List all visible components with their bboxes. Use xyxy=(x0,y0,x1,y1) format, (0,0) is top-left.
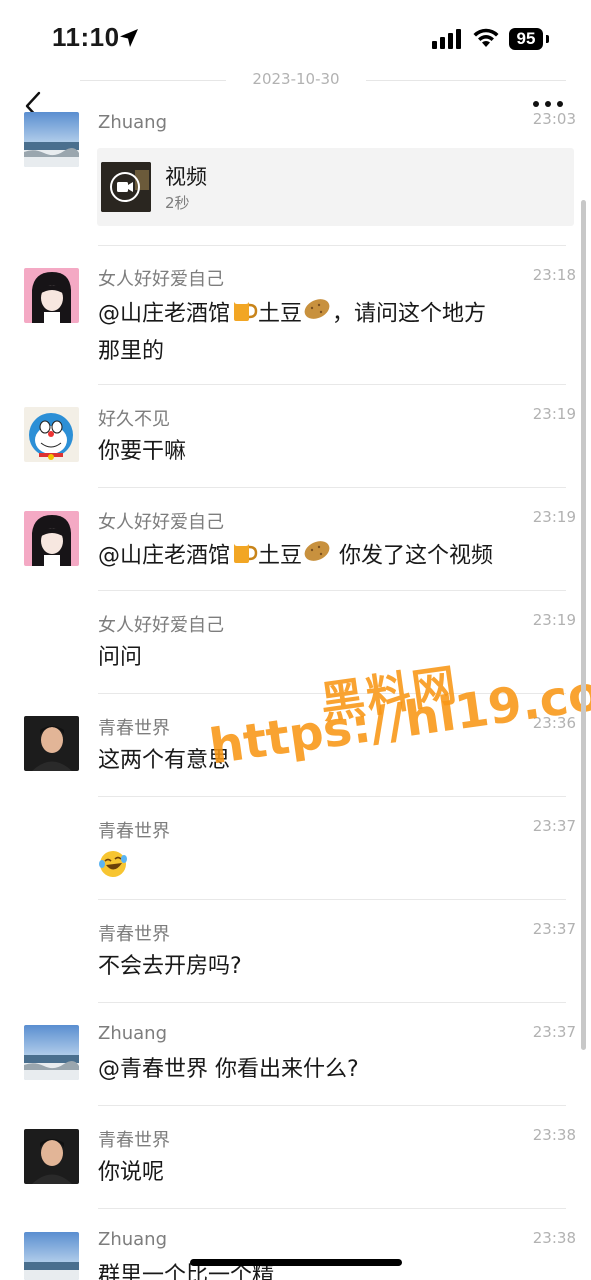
message-text: 你要干嘛 xyxy=(98,439,187,464)
message-time: 23:38 xyxy=(532,1126,576,1144)
battery-indicator: 95 xyxy=(509,28,543,50)
wifi-icon xyxy=(473,28,499,47)
date-divider: 2023-10-30 xyxy=(252,70,340,88)
mention[interactable]: @山庄老酒馆 xyxy=(98,544,230,569)
sender-name: 青春世界 xyxy=(98,718,170,739)
avatar[interactable] xyxy=(24,268,79,323)
message-time: 23:37 xyxy=(532,920,576,938)
home-indicator xyxy=(190,1259,402,1266)
message-time: 23:38 xyxy=(532,1229,576,1247)
status-bar: 11:10 95 xyxy=(0,0,591,80)
avatar[interactable] xyxy=(24,407,79,462)
message-divider xyxy=(98,796,566,797)
date-divider-line-left xyxy=(80,80,226,81)
sender-name: 女人好好爱自己 xyxy=(98,269,224,290)
status-time: 11:10 xyxy=(52,22,120,52)
message-divider xyxy=(98,590,566,591)
message-text: @山庄老酒馆 土豆 你发了这个视频 xyxy=(98,537,558,576)
video-title: 视频 xyxy=(165,165,207,189)
scrollbar[interactable] xyxy=(581,200,586,1050)
message-divider xyxy=(98,899,566,900)
message-time: 23:18 xyxy=(532,266,576,284)
message-text: @山庄老酒馆 土豆 ，请问这个地方 那里的 xyxy=(98,295,558,369)
avatar[interactable] xyxy=(24,511,79,566)
message-time: 23:19 xyxy=(532,611,576,629)
sender-name: 好久不见 xyxy=(98,409,170,430)
beer-mug-emoji xyxy=(230,295,258,334)
message-divider xyxy=(98,1105,566,1106)
avatar[interactable] xyxy=(24,1025,79,1080)
cellular-signal-icon xyxy=(432,29,461,49)
mention[interactable]: @山庄老酒馆 xyxy=(98,302,230,327)
message-time: 23:37 xyxy=(532,1023,576,1041)
location-arrow-icon xyxy=(120,29,138,47)
beer-mug-emoji xyxy=(230,537,258,576)
sender-name: Zhuang xyxy=(98,1023,168,1044)
message-text: 不会去开房吗? xyxy=(98,954,242,979)
video-message-card[interactable]: 视频 2秒 xyxy=(97,148,574,226)
message-text: 你说呢 xyxy=(98,1160,165,1185)
message-time: 23:19 xyxy=(532,405,576,423)
date-divider-line-right xyxy=(366,80,566,81)
message-divider xyxy=(98,245,566,246)
potato-emoji xyxy=(302,537,332,576)
sender-name: 青春世界 xyxy=(98,1130,170,1151)
message-divider xyxy=(98,1208,566,1209)
video-camera-icon xyxy=(117,182,128,192)
sender-name: Zhuang xyxy=(98,1229,168,1250)
message-time: 23:19 xyxy=(532,508,576,526)
avatar[interactable] xyxy=(24,1232,79,1280)
sender-name: Zhuang xyxy=(98,112,168,133)
message-time: 23:37 xyxy=(532,817,576,835)
message-divider xyxy=(98,384,566,385)
message-divider xyxy=(98,487,566,488)
message-time: 23:03 xyxy=(532,110,576,128)
video-duration: 2秒 xyxy=(165,194,190,212)
avatar[interactable] xyxy=(24,1129,79,1184)
sender-name: 青春世界 xyxy=(98,821,170,842)
sender-name: 青春世界 xyxy=(98,924,170,945)
laughing-crying-emoji xyxy=(98,849,128,883)
avatar[interactable] xyxy=(24,112,79,167)
potato-emoji xyxy=(302,295,332,334)
video-thumbnail xyxy=(101,162,151,212)
message-divider xyxy=(98,1002,566,1003)
sender-name: 女人好好爱自己 xyxy=(98,512,224,533)
avatar[interactable] xyxy=(24,716,79,771)
battery-tip xyxy=(546,35,549,43)
message-text: @青春世界 你看出来什么? xyxy=(98,1057,359,1082)
sender-name: 女人好好爱自己 xyxy=(98,615,224,636)
